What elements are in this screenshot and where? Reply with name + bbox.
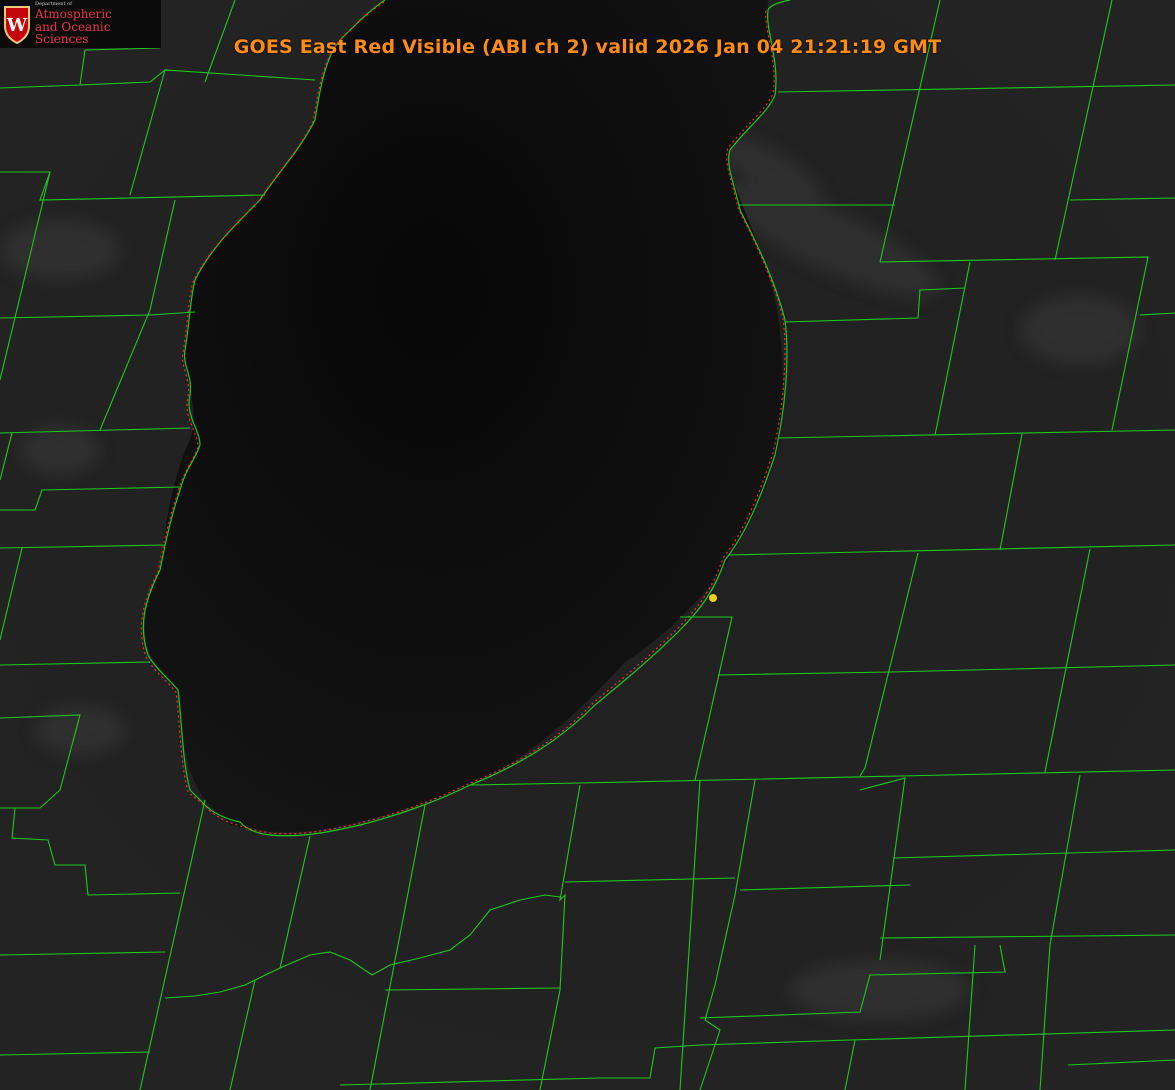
- crest-letter: W: [6, 15, 28, 36]
- location-marker-icon[interactable]: [709, 594, 717, 602]
- logo-line-1: Atmospheric: [35, 7, 112, 22]
- satellite-image-view: W Department of Atmospheric and Oceanic …: [0, 0, 1175, 1090]
- image-title: GOES East Red Visible (ABI ch 2) valid 2…: [233, 36, 942, 58]
- satellite-map: [0, 0, 1175, 1090]
